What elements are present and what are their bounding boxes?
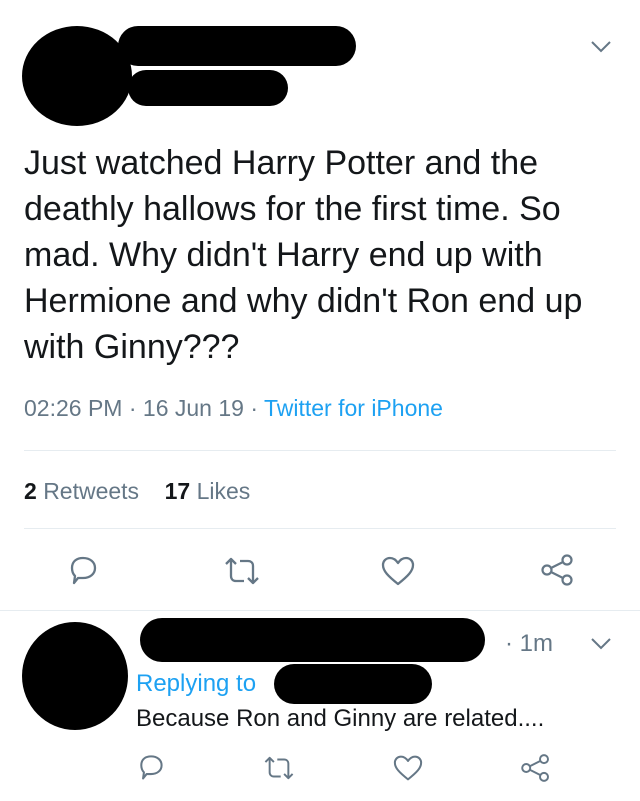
- divider: [24, 450, 616, 451]
- reply-button[interactable]: [136, 752, 166, 782]
- tweet-source-link[interactable]: Twitter for iPhone: [264, 395, 443, 421]
- chevron-down-icon[interactable]: [590, 40, 612, 54]
- tweet-date: 16 Jun 19: [142, 395, 244, 421]
- divider: [0, 610, 640, 611]
- divider: [24, 528, 616, 529]
- reply-avatar[interactable]: [22, 622, 128, 730]
- tweet-time: 02:26 PM: [24, 395, 123, 421]
- author-display-name[interactable]: [118, 26, 356, 66]
- share-button[interactable]: [520, 752, 552, 784]
- reply-button[interactable]: [66, 553, 100, 587]
- author-handle[interactable]: [128, 70, 288, 106]
- retweet-button[interactable]: [262, 755, 296, 781]
- retweets-stat[interactable]: 2 Retweets: [24, 478, 139, 504]
- speech-bubble-icon: [140, 755, 163, 780]
- speech-bubble-icon: [70, 556, 97, 585]
- like-button[interactable]: [380, 555, 416, 587]
- tweet-stats: 2 Retweets 17 Likes: [24, 478, 250, 505]
- tweet-meta: 02:26 PM · 16 Jun 19 · Twitter for iPhon…: [24, 395, 443, 421]
- replying-to-handle[interactable]: [274, 664, 432, 704]
- reply-text: Because Ron and Ginny are related....: [136, 705, 545, 732]
- share-icon: [521, 754, 549, 782]
- chevron-down-icon[interactable]: [590, 637, 612, 651]
- likes-stat[interactable]: 17 Likes: [165, 478, 251, 504]
- heart-icon: [393, 755, 423, 781]
- tweet-text: Just watched Harry Potter and the deathl…: [24, 144, 583, 366]
- reply-author-name[interactable]: [140, 618, 485, 662]
- share-icon: [541, 554, 573, 586]
- retweet-icon: [225, 557, 259, 585]
- share-button[interactable]: [540, 552, 576, 588]
- heart-icon: [381, 556, 415, 586]
- retweet-button[interactable]: [222, 556, 262, 586]
- replying-to-label: Replying to: [136, 670, 257, 697]
- retweet-icon: [264, 756, 294, 780]
- like-button[interactable]: [392, 754, 424, 782]
- author-avatar[interactable]: [22, 26, 132, 126]
- reply-time: · 1m: [505, 630, 553, 657]
